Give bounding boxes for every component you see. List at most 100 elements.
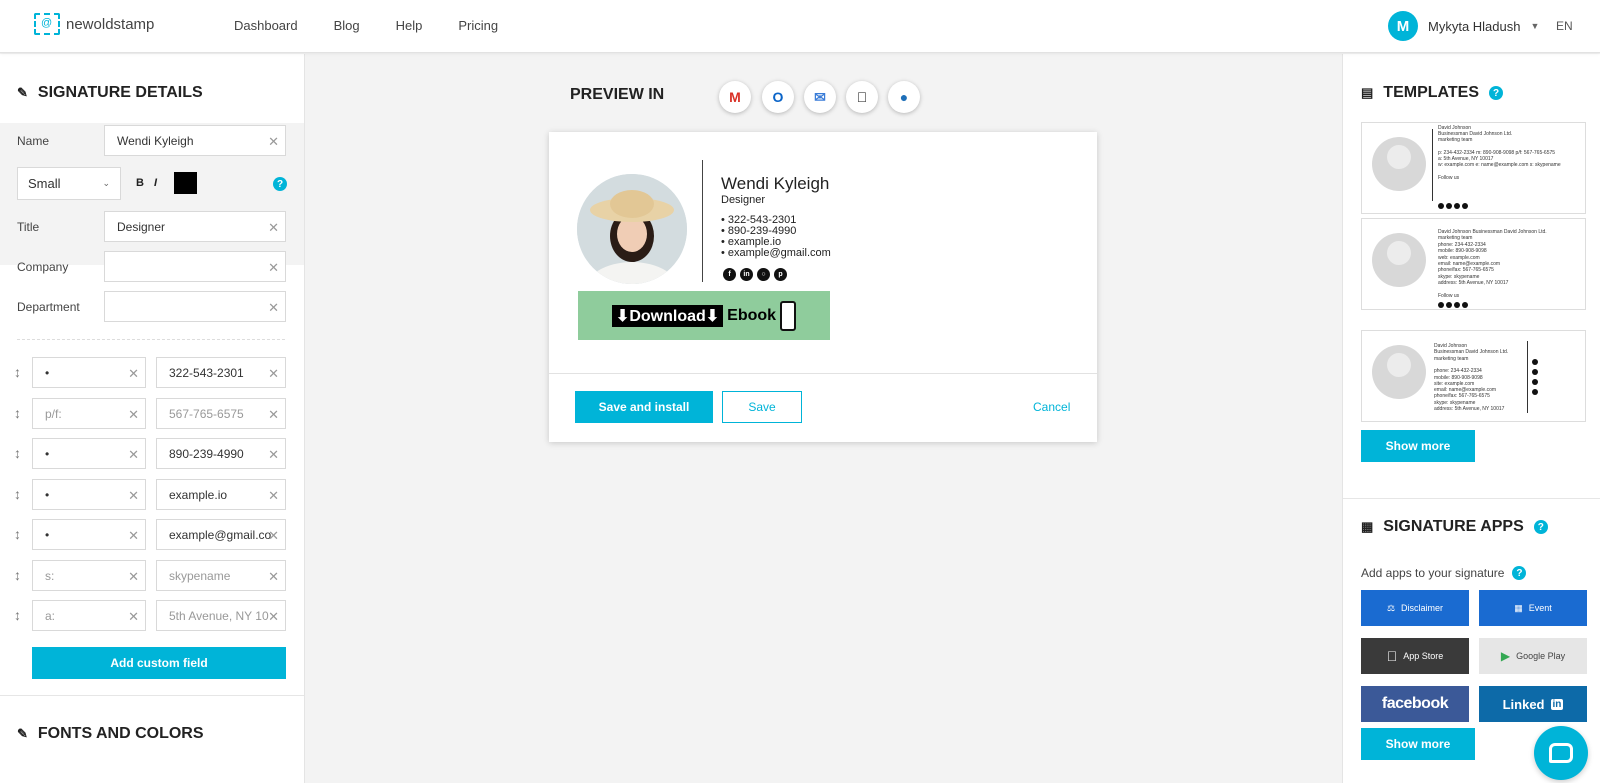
logo[interactable]: newoldstamp — [34, 13, 154, 35]
clear-icon[interactable]: ✕ — [128, 569, 139, 585]
clear-icon[interactable]: ✕ — [268, 300, 279, 316]
clear-icon[interactable]: ✕ — [268, 134, 279, 150]
clear-icon[interactable]: ✕ — [128, 488, 139, 504]
drag-handle-icon[interactable]: ↕ — [14, 607, 21, 623]
nav-pricing[interactable]: Pricing — [458, 18, 498, 33]
scales-icon: ⚖ — [1386, 602, 1396, 613]
nav-help[interactable]: Help — [396, 18, 423, 33]
outlook-icon[interactable]: O — [762, 81, 794, 113]
nav-dashboard[interactable]: Dashboard — [234, 18, 298, 33]
event-app-button[interactable]: ▦ Event — [1479, 590, 1587, 626]
facebook-icon[interactable]: f — [723, 268, 736, 281]
thunderbird-icon[interactable]: ● — [888, 81, 920, 113]
field-prefix-input[interactable]: • ✕ — [32, 438, 146, 469]
template-card-1[interactable]: David Johnson Businessman David Johnson L… — [1361, 122, 1586, 214]
gmail-icon[interactable]: M — [719, 81, 751, 113]
clear-icon[interactable]: ✕ — [268, 407, 279, 423]
google-play-button[interactable]: ▶ Google Play — [1479, 638, 1587, 674]
template-text-line: phone/fax: 567-765-6575 — [1434, 393, 1490, 399]
divider — [702, 160, 703, 282]
section-title-fonts-and-colors[interactable]: ✎ FONTS AND COLORS — [17, 725, 204, 743]
field-prefix-input[interactable]: • ✕ — [32, 519, 146, 550]
facebook-app-button[interactable]: facebook — [1361, 686, 1469, 722]
help-icon[interactable]: ? — [273, 177, 287, 191]
clear-icon[interactable]: ✕ — [268, 569, 279, 585]
template-card-2[interactable]: David Johnson Businessman David Johnson … — [1361, 218, 1586, 310]
social-icon — [1462, 302, 1468, 308]
drag-handle-icon[interactable]: ↕ — [14, 526, 21, 542]
add-custom-field-button[interactable]: Add custom field — [32, 647, 286, 679]
banner-ebook-text: Ebook — [727, 306, 777, 324]
logo-text: newoldstamp — [66, 15, 155, 33]
name-label: Name — [17, 134, 50, 148]
field-prefix-input[interactable]: • ✕ — [32, 479, 146, 510]
field-prefix-input[interactable]: p/f: ✕ — [32, 398, 146, 429]
clear-icon[interactable]: ✕ — [128, 609, 139, 625]
cancel-button[interactable]: Cancel — [1033, 400, 1070, 414]
template-text-line: marketing team — [1438, 137, 1473, 143]
clear-icon[interactable]: ✕ — [268, 488, 279, 504]
social-icon — [1532, 379, 1538, 385]
template-card-3[interactable]: David Johnson Businessman David Johnson L… — [1361, 330, 1586, 422]
field-value-input[interactable]: example.io ✕ — [156, 479, 286, 510]
show-more-apps-button[interactable]: Show more — [1361, 728, 1475, 760]
field-value-input[interactable]: 890-239-4990 ✕ — [156, 438, 286, 469]
language-selector[interactable]: EN — [1556, 19, 1573, 33]
title-input[interactable]: Designer ✕ — [104, 211, 286, 242]
pinterest-icon[interactable]: p — [774, 268, 787, 281]
disclaimer-app-button[interactable]: ⚖ Disclaimer — [1361, 590, 1469, 626]
clear-icon[interactable]: ✕ — [128, 366, 139, 382]
nav-blog[interactable]: Blog — [334, 18, 360, 33]
name-input[interactable]: Wendi Kyleigh ✕ — [104, 125, 286, 156]
field-value-input[interactable]: example@gmail.co ✕ — [156, 519, 286, 550]
drag-handle-icon[interactable]: ↕ — [14, 405, 21, 421]
help-icon[interactable]: ? — [1533, 520, 1548, 534]
clear-icon[interactable]: ✕ — [128, 447, 139, 463]
clear-icon[interactable]: ✕ — [268, 260, 279, 276]
field-value-input[interactable]: 567-765-6575 ✕ — [156, 398, 286, 429]
clear-icon[interactable]: ✕ — [268, 528, 279, 544]
company-input[interactable]: ✕ — [104, 251, 286, 282]
drag-handle-icon[interactable]: ↕ — [14, 364, 21, 380]
field-prefix-input[interactable]: a: ✕ — [32, 600, 146, 631]
department-input[interactable]: ✕ — [104, 291, 286, 322]
save-and-install-button[interactable]: Save and install — [575, 391, 713, 423]
italic-button[interactable]: I — [154, 177, 157, 189]
show-more-templates-button[interactable]: Show more — [1361, 430, 1475, 462]
app-store-button[interactable]:  App Store — [1361, 638, 1469, 674]
apple-mail-icon[interactable]:  — [846, 81, 878, 113]
help-icon[interactable]: ? — [1512, 566, 1527, 580]
field-prefix-input[interactable]: s: ✕ — [32, 560, 146, 591]
linkedin-icon[interactable]: in — [740, 268, 753, 281]
clear-icon[interactable]: ✕ — [268, 220, 279, 236]
clear-icon[interactable]: ✕ — [268, 366, 279, 382]
drag-handle-icon[interactable]: ↕ — [14, 445, 21, 461]
chat-widget-button[interactable] — [1534, 726, 1588, 780]
clear-icon[interactable]: ✕ — [268, 609, 279, 625]
divider — [0, 695, 304, 696]
title-label: Title — [17, 220, 40, 234]
banner-download-text: ⬇Download⬇ — [611, 304, 724, 327]
user-menu[interactable]: M Mykyta Hladush ▼ — [1388, 11, 1539, 41]
drag-handle-icon[interactable]: ↕ — [14, 486, 21, 502]
mac-mail-icon[interactable]: ✉ — [804, 81, 836, 113]
instagram-icon[interactable]: ○ — [757, 268, 770, 281]
drag-handle-icon[interactable]: ↕ — [14, 567, 21, 583]
clear-icon[interactable]: ✕ — [268, 447, 279, 463]
bold-button[interactable]: B — [136, 177, 144, 189]
apps-subtitle: Add apps to your signature ? — [1361, 566, 1527, 580]
font-size-select[interactable]: Small ⌄ — [17, 167, 121, 200]
color-swatch[interactable] — [174, 172, 197, 194]
help-icon[interactable]: ? — [1489, 86, 1503, 100]
download-ebook-banner[interactable]: ⬇Download⬇ Ebook — [578, 291, 830, 340]
clear-icon[interactable]: ✕ — [128, 407, 139, 423]
field-value-input[interactable]: 5th Avenue, NY 10 ✕ — [156, 600, 286, 631]
field-prefix-input[interactable]: • ✕ — [32, 357, 146, 388]
signature-name: Wendi Kyleigh — [721, 174, 830, 193]
field-value-input[interactable]: skypename ✕ — [156, 560, 286, 591]
field-value-input[interactable]: 322-543-2301 ✕ — [156, 357, 286, 388]
linkedin-app-button[interactable]: Linked in — [1479, 686, 1587, 722]
clear-icon[interactable]: ✕ — [128, 528, 139, 544]
save-button[interactable]: Save — [722, 391, 802, 423]
social-icon — [1446, 203, 1452, 209]
